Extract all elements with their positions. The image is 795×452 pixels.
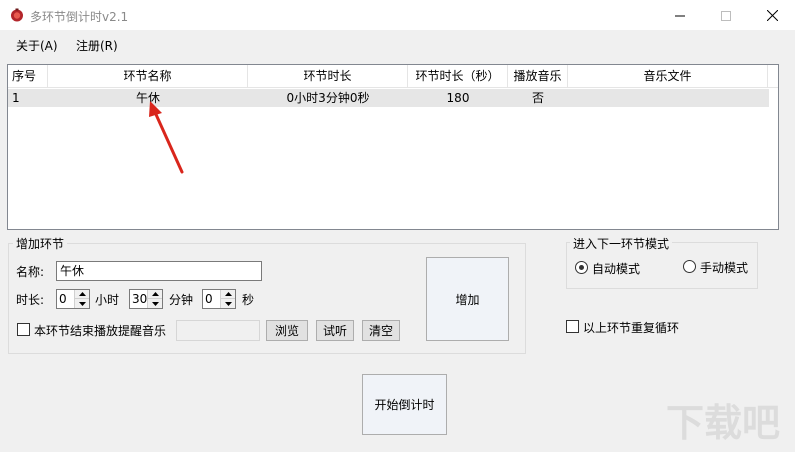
menu-about[interactable]: 关于(A) xyxy=(16,37,58,54)
watermark-logo-icon: 下载吧 xyxy=(666,401,780,445)
caret-up-icon xyxy=(225,292,232,296)
row-play-music: 否 xyxy=(531,91,544,105)
auto-mode-label: 自动模式 xyxy=(592,262,641,276)
duration-label: 时长: xyxy=(16,293,45,307)
seconds-unit: 秒 xyxy=(242,293,255,307)
hours-unit: 小时 xyxy=(95,293,120,307)
caret-down-icon xyxy=(152,301,159,306)
menu-register[interactable]: 注册(R) xyxy=(76,37,118,54)
caret-down-icon xyxy=(225,301,232,306)
minutes-value: 30 xyxy=(132,292,148,306)
mode-group-title: 进入下一环节模式 xyxy=(570,235,673,252)
row-seconds: 180 xyxy=(446,91,470,105)
hours-value: 0 xyxy=(59,292,67,306)
annotation-arrow-icon xyxy=(149,101,184,174)
music-checkbox-label: 本环节结束播放提醒音乐 xyxy=(34,324,167,338)
table-row[interactable]: 1 午休 0小时3分钟0秒 180 否 xyxy=(8,89,769,107)
caret-down-icon xyxy=(79,301,86,306)
list-header: 序号 环节名称 环节时长 环节时长（秒） 播放音乐 音乐文件 xyxy=(8,65,778,88)
preview-button[interactable]: 试听 xyxy=(316,320,354,341)
row-music-file xyxy=(568,89,768,107)
header-name[interactable]: 环节名称 xyxy=(48,65,248,88)
app-icon xyxy=(11,8,23,22)
minutes-up-button[interactable] xyxy=(148,290,162,299)
seconds-stepper[interactable]: 0 xyxy=(202,289,236,309)
hours-spin xyxy=(74,290,89,308)
name-label: 名称: xyxy=(16,265,45,279)
music-checkbox[interactable] xyxy=(17,323,30,336)
window-title: 多环节倒计时v2.1 xyxy=(30,10,129,24)
title-bar: 多环节倒计时v2.1 xyxy=(0,0,795,31)
browse-button[interactable]: 浏览 xyxy=(266,320,308,341)
header-music-file[interactable]: 音乐文件 xyxy=(568,65,768,88)
watermark-text: 下载吧 xyxy=(666,401,780,445)
hours-up-button[interactable] xyxy=(75,290,89,299)
hours-stepper[interactable]: 0 xyxy=(56,289,90,309)
seconds-up-button[interactable] xyxy=(221,290,235,299)
add-segment-group-title: 增加环节 xyxy=(13,235,68,252)
watermark-logo: 下载吧 xyxy=(664,396,790,448)
minutes-unit: 分钟 xyxy=(169,293,194,307)
manual-mode-label: 手动模式 xyxy=(700,261,749,275)
start-countdown-button[interactable]: 开始倒计时 xyxy=(362,374,447,435)
seconds-down-button[interactable] xyxy=(221,299,235,308)
music-file-input[interactable] xyxy=(176,320,260,341)
name-input[interactable]: 午休 xyxy=(56,261,262,281)
minimize-button[interactable] xyxy=(657,0,703,31)
auto-mode-radio[interactable] xyxy=(575,261,588,274)
caret-up-icon xyxy=(152,292,159,296)
clear-button[interactable]: 清空 xyxy=(362,320,400,341)
minutes-down-button[interactable] xyxy=(148,299,162,308)
minutes-spin xyxy=(147,290,162,308)
add-button[interactable]: 增加 xyxy=(426,257,509,341)
manual-mode-radio[interactable] xyxy=(683,260,696,273)
close-icon xyxy=(766,10,778,21)
close-button[interactable] xyxy=(749,0,795,31)
maximize-icon xyxy=(721,10,731,21)
minimize-icon xyxy=(675,15,685,16)
header-duration[interactable]: 环节时长 xyxy=(248,65,408,88)
minutes-stepper[interactable]: 30 xyxy=(129,289,163,309)
loop-label: 以上环节重复循环 xyxy=(583,321,680,335)
row-index: 1 xyxy=(12,91,20,105)
hours-down-button[interactable] xyxy=(75,299,89,308)
header-play-music[interactable]: 播放音乐 xyxy=(508,65,568,88)
loop-checkbox[interactable] xyxy=(566,320,579,333)
segment-list[interactable]: 序号 环节名称 环节时长 环节时长（秒） 播放音乐 音乐文件 1 午休 0小时3… xyxy=(7,64,779,230)
header-index[interactable]: 序号 xyxy=(8,65,48,88)
radio-selected-dot xyxy=(579,265,584,270)
menu-bar: 关于(A) 注册(R) xyxy=(0,31,795,57)
caret-up-icon xyxy=(79,292,86,296)
header-seconds[interactable]: 环节时长（秒） xyxy=(408,65,508,88)
seconds-spin xyxy=(220,290,235,308)
row-duration: 0小时3分钟0秒 xyxy=(286,91,370,105)
maximize-button[interactable] xyxy=(703,0,749,31)
seconds-value: 0 xyxy=(205,292,213,306)
